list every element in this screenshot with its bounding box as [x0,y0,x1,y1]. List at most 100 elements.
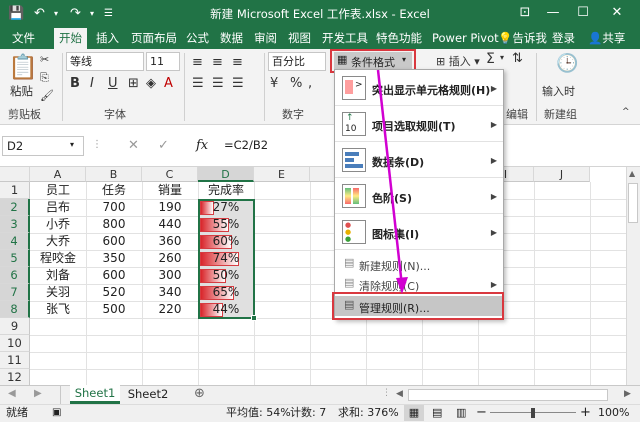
italic-icon[interactable]: I [90,76,94,91]
table-cell-task[interactable]: 600 [86,267,142,284]
tab-featured[interactable]: 特色功能 [376,31,422,46]
table-cell-sales[interactable]: 340 [142,284,198,301]
maximize-icon[interactable]: ☐ [570,3,596,23]
zoom-slider-thumb[interactable] [531,408,535,418]
font-name-select[interactable]: 等线 [66,52,144,71]
copy-icon[interactable]: ⎘ [40,71,49,85]
tab-home[interactable]: 开始 [54,28,87,49]
menu-item-data-bars[interactable]: 数据条(D) ▶ [335,142,503,178]
tab-view[interactable]: 视图 [288,31,311,46]
zoom-level[interactable]: 100% [598,405,629,421]
table-cell-name[interactable]: 程咬金 [30,250,86,267]
header-cell[interactable]: 完成率 [198,182,254,199]
row-header[interactable]: 3 [0,216,30,233]
macro-record-icon[interactable]: ▣ [52,405,61,421]
tab-data[interactable]: 数据 [220,31,243,46]
tab-review[interactable]: 审阅 [254,31,277,46]
row-header[interactable]: 9 [0,318,30,335]
row-header[interactable]: 6 [0,267,30,284]
zoom-out-icon[interactable]: − [476,405,487,421]
align-middle-icon[interactable]: ≡ [212,55,223,70]
enter-icon[interactable]: ✓ [158,138,169,153]
tab-page-layout[interactable]: 页面布局 [131,31,177,46]
fill-handle[interactable] [251,315,257,321]
sort-filter-icon[interactable]: ⇅ [512,51,523,66]
sheet-tab-sheet1[interactable]: Sheet1 [70,385,120,404]
paste-icon[interactable]: 📋 [8,53,38,81]
table-cell-name[interactable]: 关羽 [30,284,86,301]
align-right-icon[interactable]: ☰ [232,76,244,91]
menu-item-clear-rules[interactable]: ▤ 清除规则(C) ▶ [335,274,503,294]
row-header[interactable]: 8 [0,301,30,318]
table-cell-name[interactable]: 大乔 [30,233,86,250]
row-header[interactable]: 1 [0,182,30,199]
column-header[interactable]: A [30,167,86,182]
vertical-scroll-thumb[interactable] [628,183,638,223]
tab-power-pivot[interactable]: Power Pivot [432,31,499,46]
tab-formulas[interactable]: 公式 [186,31,209,46]
sheet-tab-sheet2[interactable]: Sheet2 [124,386,172,404]
menu-item-icon-sets[interactable]: ● ● ● 图标集(I) ▶ [335,214,503,250]
align-center-icon[interactable]: ☰ [212,76,224,91]
table-cell-name[interactable]: 小乔 [30,216,86,233]
bold-icon[interactable]: B [70,76,80,91]
font-size-select[interactable]: 11 [146,52,180,71]
table-cell-task[interactable]: 500 [86,301,142,318]
align-left-icon[interactable]: ☰ [192,76,204,91]
normal-view-icon[interactable]: ▦ [404,405,424,421]
header-cell[interactable]: 任务 [86,182,142,199]
column-header[interactable]: J [534,167,590,182]
row-header[interactable]: 7 [0,284,30,301]
fill-color-icon[interactable]: ◈ [146,76,156,91]
table-cell-sales[interactable]: 360 [142,233,198,250]
menu-item-new-rule[interactable]: ▤ 新建规则(N)... [335,254,503,274]
input-time-button[interactable]: 输入时 [542,83,575,99]
currency-icon[interactable]: ¥ [270,76,278,91]
cancel-icon[interactable]: ✕ [128,138,139,153]
table-cell-name[interactable]: 张飞 [30,301,86,318]
menu-item-highlight-rules[interactable]: > 突出显示单元格规则(H) ▶ [335,70,503,106]
page-layout-view-icon[interactable]: ▤ [432,405,442,421]
clock-icon[interactable]: 🕒 [556,53,578,74]
insert-cells-button[interactable]: ⊞ 插入 ▾ [436,53,480,69]
header-cell[interactable]: 销量 [142,182,198,199]
collapse-ribbon-icon[interactable]: ^ [622,107,630,117]
table-cell-sales[interactable]: 260 [142,250,198,267]
table-cell-task[interactable]: 520 [86,284,142,301]
menu-item-top-bottom-rules[interactable]: ↑ 10 项目选取规则(T) ▶ [335,106,503,142]
hscroll-left-icon[interactable]: ◀ [396,389,403,399]
minimize-icon[interactable]: — [540,3,566,23]
number-format-select[interactable]: 百分比 [268,52,326,71]
cut-icon[interactable]: ✂ [40,53,49,66]
row-header[interactable]: 2 [0,199,30,216]
column-header[interactable]: C [142,167,198,182]
menu-item-color-scales[interactable]: 色阶(S) ▶ [335,178,503,214]
row-header[interactable]: 4 [0,233,30,250]
comma-icon[interactable]: , [308,76,312,91]
underline-icon[interactable]: U [108,76,118,91]
tab-insert[interactable]: 插入 [96,31,119,46]
autosum-dropdown-icon[interactable]: ▾ [500,53,504,62]
hscroll-right-icon[interactable]: ▶ [624,389,631,399]
table-cell-name[interactable]: 刘备 [30,267,86,284]
font-color-icon[interactable]: A [164,76,173,91]
name-box-dropdown-icon[interactable]: ▾ [70,140,74,149]
zoom-in-icon[interactable]: + [580,405,591,421]
ribbon-display-icon[interactable]: ⊡ [512,3,538,23]
scroll-up-icon[interactable]: ▲ [629,169,635,178]
table-cell-sales[interactable]: 190 [142,199,198,216]
horizontal-scrollbar[interactable] [408,389,608,401]
tell-me-box[interactable]: 💡告诉我 [498,31,547,46]
table-cell-task[interactable]: 700 [86,199,142,216]
tab-file[interactable]: 文件 [12,31,35,46]
table-cell-sales[interactable]: 440 [142,216,198,233]
align-top-icon[interactable]: ≡ [192,55,203,70]
table-cell-task[interactable]: 800 [86,216,142,233]
scroll-left-icon[interactable]: ◀ [8,388,16,399]
autosum-icon[interactable]: Σ [486,51,495,67]
add-sheet-icon[interactable]: ⊕ [194,386,205,401]
table-cell-task[interactable]: 600 [86,233,142,250]
page-break-view-icon[interactable]: ▥ [456,405,466,421]
row-header[interactable]: 12 [0,369,30,385]
percent-icon[interactable]: % [290,76,302,91]
